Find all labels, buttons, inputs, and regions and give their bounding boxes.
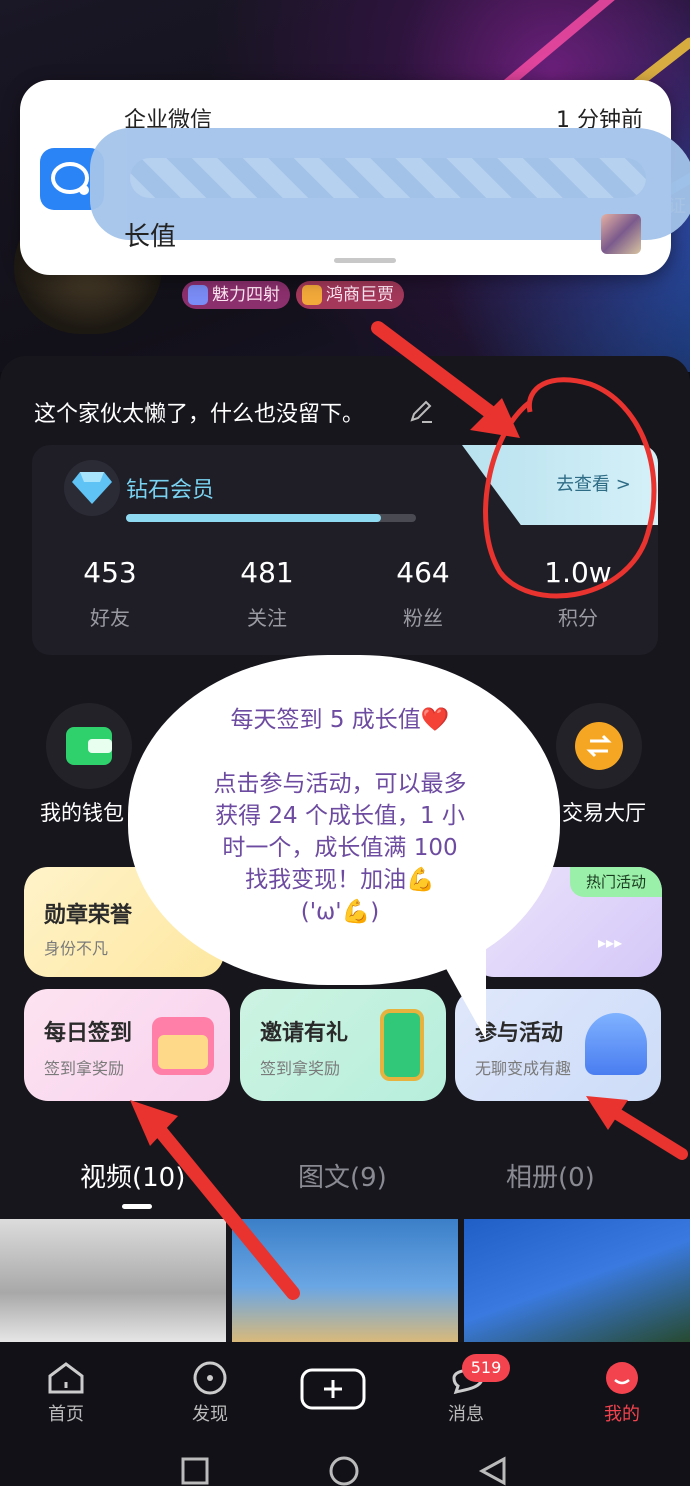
stat-following-value[interactable]: 481: [207, 556, 327, 589]
annotation-arrow-checkin: [130, 1100, 300, 1300]
activity-card-title: 参与活动: [475, 1021, 564, 1046]
stat-following-label: 关注: [247, 606, 287, 630]
honor-card-title: 勋章荣誉: [44, 903, 133, 928]
home-icon[interactable]: [46, 1360, 86, 1396]
notification-redacted-area: [90, 128, 690, 240]
discover-icon[interactable]: [190, 1360, 230, 1396]
phone-icon: [380, 1009, 424, 1081]
nav-home-label[interactable]: 首页: [26, 1400, 106, 1426]
crown-badge-icon: [302, 285, 322, 305]
annotation-arrow-activity: [586, 1096, 688, 1160]
wallet-icon[interactable]: [46, 703, 132, 789]
badge-merchant-label: 鸿商巨贾: [326, 285, 394, 305]
invite-card-title: 邀请有礼: [260, 1021, 349, 1046]
stat-friends-value[interactable]: 453: [50, 556, 170, 589]
bell-icon: [585, 1013, 647, 1075]
bubble-line-3: 获得 24 个成长值，1 小: [215, 803, 465, 829]
tab-albums[interactable]: 相册(0): [506, 1157, 595, 1194]
invite-card-sub: 签到拿奖励: [260, 1059, 341, 1078]
diamond-icon: [64, 460, 120, 516]
nav-discover-label[interactable]: 发现: [170, 1400, 250, 1426]
hot-activity-tag: 热门活动: [570, 867, 662, 897]
notification-thumbnail: [601, 214, 641, 254]
user-signature[interactable]: 这个家伙太懒了，什么也没留下。: [34, 396, 364, 428]
tab-posts[interactable]: 图文(9): [298, 1157, 387, 1194]
notification-drag-handle[interactable]: [334, 258, 396, 263]
badge-charm-label: 魅力四射: [212, 285, 280, 305]
notification-banner[interactable]: 企业微信 1 分钟前 长值: [20, 80, 690, 275]
bubble-line-2: 点击参与活动，可以最多: [213, 771, 467, 797]
checkin-card-title: 每日签到: [44, 1021, 133, 1046]
honor-card-sub: 身份不凡: [44, 939, 109, 958]
create-post-icon[interactable]: [300, 1368, 366, 1410]
vip-title: 钻石会员: [126, 478, 215, 503]
invite-card[interactable]: 邀请有礼 签到拿奖励: [240, 989, 446, 1101]
charm-badge-icon: [188, 285, 208, 305]
video-thumbnail[interactable]: [464, 1219, 690, 1342]
recents-icon[interactable]: [180, 1456, 210, 1486]
mine-icon[interactable]: [602, 1360, 642, 1396]
home-circle-icon[interactable]: [328, 1456, 360, 1486]
stat-friends-label: 好友: [90, 606, 130, 630]
bubble-line-6: ('ω'💪): [300, 899, 380, 925]
exchange-label: 交易大厅: [562, 801, 646, 825]
vip-progress-fill: [126, 514, 382, 522]
bubble-line-5: 找我变现！加油💪: [245, 867, 435, 893]
bubble-line-1: 每天签到 5 成长值❤️: [230, 707, 450, 733]
stat-fans-value[interactable]: 464: [363, 556, 483, 589]
badge-merchant[interactable]: 鸿商巨贾: [296, 281, 404, 309]
wallet-label: 我的钱包: [40, 801, 124, 825]
calendar-icon: [152, 1017, 214, 1075]
vip-progress-bar: [126, 514, 416, 522]
messages-unread-badge: 519: [462, 1354, 510, 1382]
activity-card-sub: 无聊变成有趣: [475, 1059, 572, 1078]
exchange-icon[interactable]: [556, 703, 642, 789]
annotation-arrow-vip: [371, 321, 520, 438]
stat-fans-label: 粉丝: [403, 606, 443, 630]
notification-text: 长值: [124, 222, 177, 252]
arrows-decor-icon: ▸▸▸: [598, 933, 623, 952]
daily-checkin-card[interactable]: 每日签到 签到拿奖励: [24, 989, 230, 1101]
nav-messages-label[interactable]: 消息: [426, 1400, 506, 1426]
back-icon[interactable]: [478, 1456, 508, 1486]
bubble-line-4: 时一个，成长值满 100: [222, 835, 458, 861]
badge-charm[interactable]: 魅力四射: [182, 281, 290, 309]
nav-mine-label[interactable]: 我的: [582, 1400, 662, 1426]
checkin-card-sub: 签到拿奖励: [44, 1059, 125, 1078]
